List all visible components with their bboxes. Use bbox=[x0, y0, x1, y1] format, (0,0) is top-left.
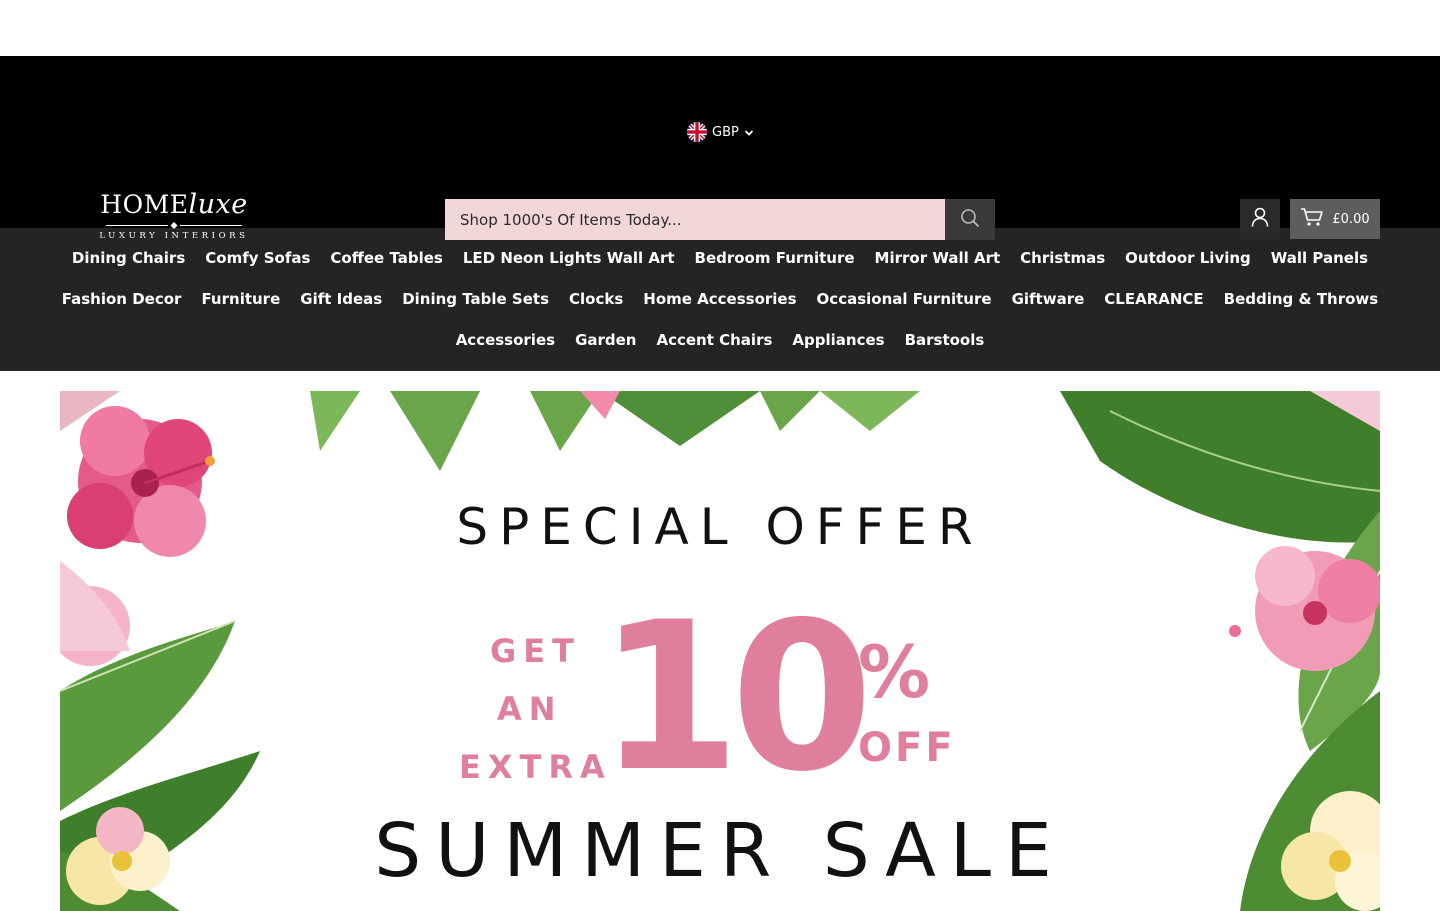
account-button[interactable] bbox=[1240, 199, 1280, 239]
banner-heading-special-offer: SPECIAL OFFER bbox=[456, 498, 984, 556]
logo-tagline: LUXURY INTERIORS bbox=[99, 231, 249, 241]
currency-code: GBP bbox=[712, 124, 739, 140]
banner-text-off: OFF bbox=[858, 725, 956, 771]
top-strip bbox=[0, 0, 1440, 56]
nav-item-occasional-furniture[interactable]: Occasional Furniture bbox=[817, 290, 992, 309]
site-logo[interactable]: HOMEluxe LUXURY INTERIORS bbox=[98, 184, 250, 248]
nav-item-giftware[interactable]: Giftware bbox=[1012, 290, 1085, 309]
cart-icon bbox=[1300, 207, 1324, 231]
nav-row: Accessories Garden Accent Chairs Applian… bbox=[10, 331, 1430, 350]
nav-item-mirror-wall-art[interactable]: Mirror Wall Art bbox=[875, 249, 1001, 268]
site-header: GBP HOMEluxe LUXURY INTERIORS £0.00 bbox=[0, 56, 1440, 241]
logo-home-text: HOME bbox=[100, 190, 189, 219]
nav-item-appliances[interactable]: Appliances bbox=[792, 331, 884, 350]
user-icon bbox=[1251, 207, 1269, 231]
nav-item-dining-chairs[interactable]: Dining Chairs bbox=[72, 249, 185, 268]
nav-item-wall-panels[interactable]: Wall Panels bbox=[1271, 249, 1368, 268]
cart-total: £0.00 bbox=[1332, 211, 1370, 227]
banner-text-get: GET bbox=[490, 632, 581, 670]
main-navigation: Dining Chairs Comfy Sofas Coffee Tables … bbox=[0, 228, 1440, 371]
banner-percent-sign: % bbox=[858, 630, 931, 714]
logo-luxe-text: luxe bbox=[188, 189, 248, 220]
nav-item-furniture[interactable]: Furniture bbox=[201, 290, 280, 309]
nav-item-bedding-throws[interactable]: Bedding & Throws bbox=[1224, 290, 1379, 309]
search-icon bbox=[960, 208, 980, 231]
nav-row: Fashion Decor Furniture Gift Ideas Dinin… bbox=[10, 290, 1430, 309]
logo-wordmark: HOMEluxe bbox=[98, 184, 250, 226]
nav-item-gift-ideas[interactable]: Gift Ideas bbox=[300, 290, 382, 309]
nav-item-dining-table-sets[interactable]: Dining Table Sets bbox=[402, 290, 549, 309]
nav-item-barstools[interactable]: Barstools bbox=[905, 331, 985, 350]
banner-heading-summer-sale: SUMMER SALE bbox=[374, 808, 1066, 894]
nav-item-comfy-sofas[interactable]: Comfy Sofas bbox=[205, 249, 310, 268]
nav-item-garden[interactable]: Garden bbox=[575, 331, 636, 350]
nav-row: Dining Chairs Comfy Sofas Coffee Tables … bbox=[10, 249, 1430, 268]
nav-item-accent-chairs[interactable]: Accent Chairs bbox=[656, 331, 772, 350]
summer-sale-banner[interactable]: SPECIAL OFFER GET AN EXTRA 10 % OFF SUMM… bbox=[60, 391, 1380, 911]
nav-item-accessories[interactable]: Accessories bbox=[456, 331, 555, 350]
nav-item-outdoor-living[interactable]: Outdoor Living bbox=[1125, 249, 1251, 268]
uk-flag-icon bbox=[687, 122, 707, 142]
nav-item-coffee-tables[interactable]: Coffee Tables bbox=[330, 249, 442, 268]
banner-discount-number: 10 bbox=[598, 579, 873, 817]
search-form bbox=[445, 199, 995, 240]
chevron-down-icon bbox=[744, 127, 754, 137]
currency-selector[interactable]: GBP bbox=[687, 122, 754, 142]
nav-item-clocks[interactable]: Clocks bbox=[569, 290, 623, 309]
search-button[interactable] bbox=[945, 199, 995, 240]
banner-text-an: AN bbox=[497, 690, 563, 728]
nav-item-clearance[interactable]: CLEARANCE bbox=[1104, 290, 1203, 309]
banner-text-extra: EXTRA bbox=[459, 748, 612, 786]
search-input[interactable] bbox=[445, 199, 945, 240]
nav-item-christmas[interactable]: Christmas bbox=[1020, 249, 1105, 268]
nav-item-fashion-decor[interactable]: Fashion Decor bbox=[62, 290, 182, 309]
nav-item-bedroom-furniture[interactable]: Bedroom Furniture bbox=[695, 249, 855, 268]
nav-item-led-neon-lights[interactable]: LED Neon Lights Wall Art bbox=[463, 249, 675, 268]
cart-button[interactable]: £0.00 bbox=[1290, 199, 1380, 239]
nav-item-home-accessories[interactable]: Home Accessories bbox=[643, 290, 796, 309]
